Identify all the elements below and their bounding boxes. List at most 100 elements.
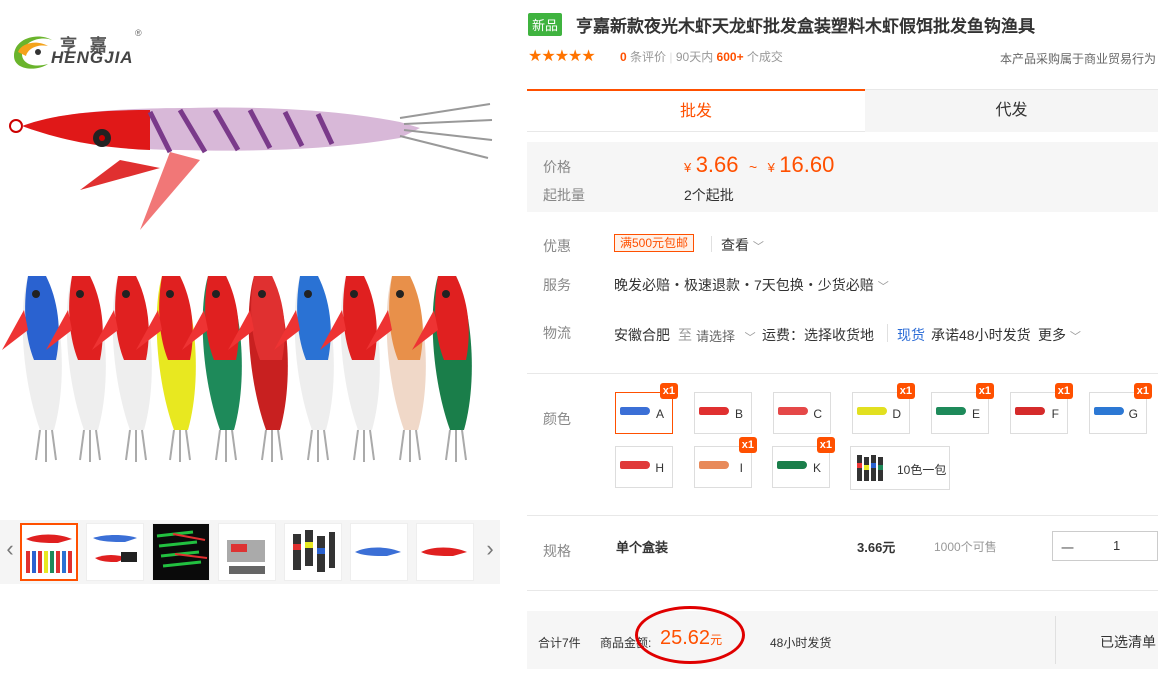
color-code: H [655, 461, 664, 475]
color-option-h[interactable]: H [615, 446, 673, 488]
service-guarantees[interactable]: 晚发必赔・极速退款・7天包换・少货必赔 ﹀ [614, 275, 889, 295]
tab-wholesale[interactable]: 批发 [527, 89, 865, 131]
selected-list-button[interactable]: 已选清单 [1100, 632, 1156, 652]
trade-note: 本产品采购属于商业贸易行为 [1000, 52, 1157, 66]
product-main-image[interactable] [0, 80, 510, 510]
color-code: I [739, 461, 743, 475]
more-logistics-link[interactable]: 更多 ﹀ [1038, 325, 1081, 345]
color-code: F [1051, 407, 1059, 421]
free-shipping-tag: 满500元包邮 [614, 234, 695, 252]
color-option-e[interactable]: Ex1 [931, 383, 994, 434]
ship-to-label: 至 [678, 327, 692, 343]
chevron-down-icon: ﹀ [1069, 331, 1081, 343]
color-option-b[interactable]: B [694, 392, 752, 434]
color-option-i[interactable]: Ix1 [694, 437, 757, 488]
color-code: E [971, 407, 980, 421]
lure-swatch-icon [699, 407, 729, 415]
spec-label: 规格 [543, 543, 571, 559]
quantity-badge: x1 [975, 383, 994, 399]
color-option-k[interactable]: Kx1 [772, 437, 835, 488]
section-divider-2 [527, 515, 1158, 516]
color-option-d[interactable]: Dx1 [852, 383, 915, 434]
quantity-input[interactable]: 1 [1113, 538, 1120, 553]
color-option-a[interactable]: Ax1 [615, 383, 678, 434]
thumb-prev-icon[interactable]: ‹ [3, 536, 17, 562]
color-code: G [1128, 407, 1138, 421]
price-tilde: ~ [748, 159, 758, 175]
lure-swatch-icon [1094, 407, 1124, 415]
currency-symbol: ¥ [684, 160, 692, 175]
thumbnail-5[interactable] [284, 523, 342, 581]
rating-summary: 0 条评价 | 90天内 600+ 个成交 [620, 50, 783, 64]
promo-view-link[interactable]: 查看 ﹀ [721, 235, 764, 255]
color-label: 颜色 [543, 411, 571, 427]
quantity-badge: x1 [1054, 383, 1073, 399]
color-code: B [734, 407, 743, 421]
review-label[interactable]: 条评价 [630, 50, 666, 64]
promo-row: 满500元包邮 [614, 234, 695, 252]
moq-value: 2个起批 [684, 187, 734, 203]
quantity-badge: x1 [896, 383, 915, 399]
quantity-badge: x1 [738, 437, 757, 453]
chevron-down-icon: ﹀ [744, 332, 756, 344]
deal-label: 个成交 [746, 50, 783, 64]
rating-stars-icon: ★★★★★ [528, 48, 596, 65]
price-range: ¥ 3.66 ~ ¥ 16.60 [684, 152, 834, 178]
price-label: 价格 [543, 159, 571, 175]
color-code: A [655, 407, 664, 421]
lure-swatch-icon [777, 461, 807, 469]
chevron-down-icon: ﹀ [752, 241, 764, 253]
brand-reg-mark: ® [135, 28, 142, 38]
quantity-badge: x1 [659, 383, 678, 399]
service-label: 服务 [543, 277, 571, 293]
section-divider-3 [527, 590, 1158, 591]
section-divider [527, 373, 1158, 374]
price-panel [527, 142, 1158, 212]
lure-swatch-icon [1015, 407, 1045, 415]
in-stock-label: 现货 [897, 327, 925, 343]
price-high: 16.60 [779, 152, 835, 177]
thumbnail-6[interactable] [350, 523, 408, 581]
shipping-fee: 运费：选择收货地 [762, 327, 874, 343]
deal-count: 600+ [716, 50, 744, 64]
quantity-stepper: 一 1 [1052, 531, 1158, 561]
thumbnail-7[interactable] [416, 523, 474, 581]
review-count[interactable]: 0 [620, 50, 627, 64]
ship-from: 安徽合肥 [614, 327, 670, 343]
lure-swatch-icon [620, 407, 650, 415]
thumb-next-icon[interactable]: › [483, 536, 497, 562]
spec-name: 单个盒装 [616, 540, 669, 555]
footer-divider [1055, 616, 1056, 664]
total-count: 合计7件 [538, 636, 581, 650]
spec-price: 3.66元 [857, 540, 896, 555]
ship-time: 48小时发货 [770, 636, 832, 650]
color-code: K [812, 461, 821, 475]
promo-label: 优惠 [543, 238, 571, 254]
thumbnail-4[interactable] [218, 523, 276, 581]
thumbnail-3[interactable] [152, 523, 210, 581]
color-option-f[interactable]: Fx1 [1010, 383, 1073, 434]
thumbnail-2[interactable] [86, 523, 144, 581]
destination-select[interactable]: 请选择 ﹀ [696, 326, 756, 345]
quantity-badge: x1 [816, 437, 835, 453]
thumbnail-1[interactable] [20, 523, 78, 581]
color-option-bundle[interactable]: 10色一包 [850, 446, 950, 490]
lure-swatch-icon [699, 461, 729, 469]
currency-symbol-2: ¥ [767, 160, 775, 175]
brand-en-name: HENGJIA [51, 48, 134, 67]
lure-swatch-icon [620, 461, 650, 469]
color-option-c[interactable]: C [773, 392, 831, 434]
bundle-label: 10色一包 [897, 463, 947, 477]
logistics-label: 物流 [543, 325, 571, 341]
lure-row-illustration [2, 276, 472, 462]
decrease-button[interactable]: 一 [1061, 538, 1074, 557]
tab-dropship[interactable]: 代发 [865, 89, 1158, 132]
days-label: 90天内 [675, 50, 714, 64]
big-lure-illustration [9, 103, 493, 230]
color-option-g[interactable]: Gx1 [1089, 383, 1152, 434]
bundle-thumb-icon [857, 455, 883, 481]
moq-label: 起批量 [543, 187, 585, 203]
spec-stock: 1000个可售 [934, 540, 997, 554]
new-badge: 新品 [528, 13, 563, 36]
purchase-tabs: 批发 代发 [527, 89, 1158, 132]
